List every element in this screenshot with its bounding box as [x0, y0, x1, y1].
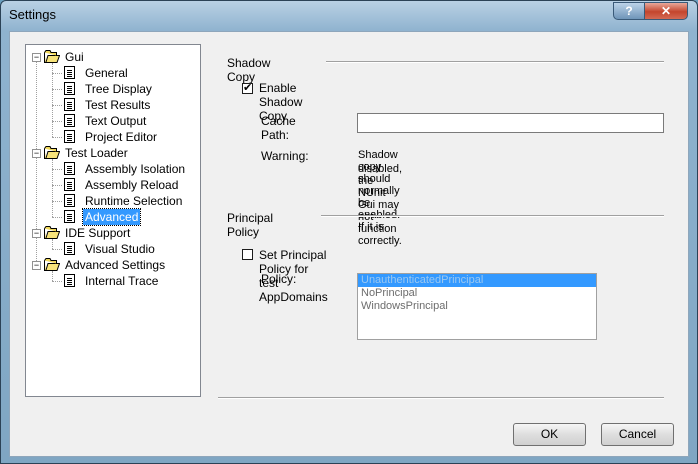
tree-node-label: IDE Support — [65, 226, 131, 240]
window-title: Settings — [9, 7, 56, 22]
tree-node-label: Assembly Isolation — [85, 162, 186, 176]
close-button[interactable]: ✕ — [644, 2, 688, 20]
bottom-separator — [218, 397, 664, 399]
folder-open-icon — [44, 258, 61, 271]
policy-listbox[interactable]: UnauthenticatedPrincipal NoPrincipal Windo… — [357, 273, 597, 340]
tree-branch-line — [52, 217, 62, 218]
collapse-icon[interactable]: − — [32, 229, 41, 238]
tree-branch-line — [52, 281, 62, 282]
tree-branch-line — [52, 89, 62, 90]
document-icon — [64, 210, 75, 223]
policy-option[interactable]: NoPrincipal — [358, 287, 596, 300]
document-icon — [64, 194, 75, 207]
cancel-button[interactable]: Cancel — [601, 423, 674, 446]
policy-option[interactable]: UnauthenticatedPrincipal — [358, 274, 596, 287]
warning-text-line2: disabled, the NUnit Gui may not function… — [358, 163, 403, 247]
tree-node-label: Visual Studio — [85, 242, 155, 256]
tree-node-label: Test Results — [85, 98, 151, 112]
document-icon — [64, 178, 75, 191]
document-icon — [64, 114, 75, 127]
document-icon — [64, 162, 75, 175]
document-icon — [64, 82, 75, 95]
tree-node-label: Advanced Settings — [65, 258, 166, 272]
shadow-copy-section-title: Shadow Copy — [227, 56, 271, 84]
warning-label: Warning: — [261, 149, 309, 163]
tree-branch-line — [52, 249, 62, 250]
tree-branch-line — [52, 121, 62, 122]
tree-branch-line — [52, 169, 62, 170]
collapse-icon[interactable]: − — [32, 149, 41, 158]
principal-policy-section-title: Principal Policy — [227, 211, 274, 239]
collapse-icon[interactable]: − — [32, 261, 41, 270]
policy-label: Policy: — [261, 272, 297, 286]
tree-node-label: General — [85, 66, 128, 80]
document-icon — [64, 98, 75, 111]
cache-path-input[interactable] — [357, 113, 664, 133]
tree-child-line — [52, 63, 53, 137]
folder-open-icon — [44, 226, 61, 239]
document-icon — [64, 274, 75, 287]
folder-open-icon — [44, 146, 61, 159]
tree-child-line — [52, 271, 53, 281]
tree-child-line — [52, 239, 53, 249]
cache-path-label: Cache Path: — [261, 114, 296, 142]
tree-node-label: Project Editor — [85, 130, 158, 144]
shadow-copy-separator — [326, 61, 664, 63]
document-icon — [64, 66, 75, 79]
tree-child-line — [52, 159, 53, 217]
ok-button[interactable]: OK — [513, 423, 586, 446]
tree-node-label: Tree Display — [85, 82, 152, 96]
collapse-icon[interactable]: − — [32, 53, 41, 62]
tree-branch-line — [52, 185, 62, 186]
principal-policy-separator — [321, 215, 664, 217]
settings-tree[interactable]: − Gui General Tree Display Test Results Text … — [25, 44, 201, 397]
tree-branch-line — [52, 73, 62, 74]
document-icon — [64, 242, 75, 255]
tree-node-label: Runtime Selection — [85, 194, 183, 208]
title-bar: Settings ? ✕ — [1, 1, 697, 31]
tree-node-label: Internal Trace — [85, 274, 159, 288]
folder-open-icon — [44, 50, 61, 63]
tree-node-label: Gui — [65, 50, 84, 64]
tree-branch-line — [52, 137, 62, 138]
tree-node-label: Test Loader — [65, 146, 128, 160]
checkmark-icon: ✔ — [243, 82, 253, 94]
tree-node-label: Assembly Reload — [85, 178, 179, 192]
tree-node-label-selected: Advanced — [81, 208, 142, 226]
help-button[interactable]: ? — [613, 2, 645, 20]
settings-window: Settings ? ✕ − Gui General Tree Display Test… — [0, 0, 698, 464]
policy-option[interactable]: WindowsPrincipal — [358, 300, 596, 313]
enable-shadow-copy-checkbox[interactable]: ✔ — [242, 83, 253, 94]
document-icon — [64, 130, 75, 143]
tree-node-label: Text Output — [85, 114, 147, 128]
dialog-client-area: − Gui General Tree Display Test Results Text … — [9, 31, 689, 457]
tree-branch-line — [52, 105, 62, 106]
tree-branch-line — [52, 201, 62, 202]
set-principal-policy-checkbox[interactable] — [242, 249, 253, 260]
